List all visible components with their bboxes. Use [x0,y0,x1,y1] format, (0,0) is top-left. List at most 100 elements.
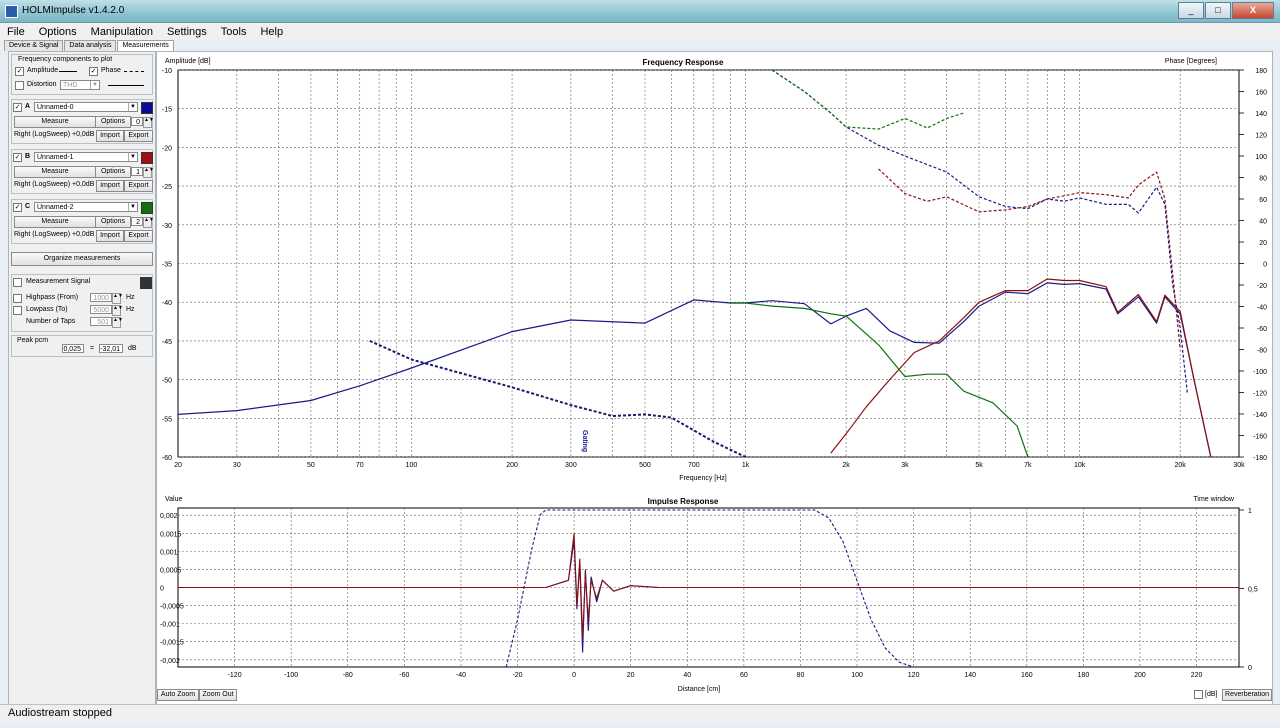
fr-ytick-label: -30 [162,223,172,230]
menu-help[interactable]: Help [253,26,290,38]
amplitude-label: Amplitude [27,67,59,74]
fr-y2tick-label: 140 [1255,111,1267,118]
measurement-c-index-stepper[interactable]: 2 [131,217,143,226]
measurement-c-letter: C [25,203,31,210]
fr-ytick-label: -40 [162,300,172,307]
taps-label: Number of Taps [26,318,76,325]
minimize-button[interactable]: _ [1178,2,1204,19]
distortion-checkbox[interactable] [15,81,24,90]
peak-group: Peak pcm 0,025 = -32,01 dB [11,335,153,357]
fr-y2tick-label: 160 [1255,90,1267,97]
measurement-c-import-button[interactable]: Import [96,230,124,242]
measurement-c-name-select[interactable]: Unnamed-2 ▼ [34,202,138,212]
fr-xtick-label: 30 [233,462,241,469]
fr-y2tick-label: -60 [1257,326,1267,333]
fr-xlabel: Frequency [Hz] [679,475,727,482]
ir-ylabel-right: Time window [1193,496,1235,503]
measurement-signal-checkbox[interactable] [13,278,22,287]
organize-measurements-button[interactable]: Organize measurements [11,252,153,266]
close-button[interactable]: X [1232,2,1274,19]
fr-ytick-label: -10 [162,68,172,75]
measurement-a-color-swatch[interactable] [141,102,153,114]
taps-spin-icon[interactable]: ▲▼ [112,317,123,328]
highpass-spin-icon[interactable]: ▲▼ [112,293,123,304]
fr-ylabel-right: Phase [Degrees] [1165,58,1217,65]
db-checkbox[interactable] [1194,690,1203,699]
measurement-c-spin-icon[interactable]: ▲▼ [143,217,154,228]
tab-device-signal[interactable]: Device & Signal [4,40,64,51]
highpass-checkbox[interactable] [13,294,22,303]
fr-y2tick-label: -120 [1253,391,1267,398]
tab-data-analysis[interactable]: Data analysis [64,40,117,51]
fr-y2tick-label: 120 [1255,133,1267,140]
ir-ytick-label: -0,001 [160,622,180,629]
fr-xtick-label: 30k [1233,462,1245,469]
menu-file[interactable]: File [0,26,32,38]
measurement-b-spin-icon[interactable]: ▲▼ [143,167,154,178]
measurement-c-checkbox[interactable]: ✓ [13,203,22,212]
measurement-b-checkbox[interactable]: ✓ [13,153,22,162]
ir-y2tick-label: 0 [1248,665,1252,672]
measurement-a-measure-button[interactable]: Measure [14,116,96,128]
auto-zoom-button[interactable]: Auto Zoom [157,689,199,701]
lowpass-input[interactable]: 5000 [90,305,112,314]
measurement-b-import-button[interactable]: Import [96,180,124,192]
measurement-b-options-button[interactable]: Options [95,166,131,178]
fr-xtick-label: 7k [1024,462,1032,469]
highpass-input[interactable]: 1000 [90,293,112,302]
measurement-b-group: ✓ B Unnamed-1 ▼ Measure Options 1 ▲▼ Righ… [11,149,154,194]
fr-y2tick-label: -140 [1253,412,1267,419]
tab-strip: Device & Signal Data analysis Measuremen… [4,40,175,51]
db-checkbox-label: [dB] [1205,691,1218,698]
measurement-signal-color-swatch[interactable] [140,277,152,289]
amplitude-checkbox[interactable]: ✓ [15,67,24,76]
measurement-a-import-button[interactable]: Import [96,130,124,142]
impulse-response-chart[interactable]: Value Impulse Response Time window Dista… [157,492,1272,704]
plot-area: Amplitude [dB] Frequency Response Phase … [156,51,1273,705]
measurement-c-options-button[interactable]: Options [95,216,131,228]
measurement-b-color-swatch[interactable] [141,152,153,164]
zoom-out-button[interactable]: Zoom Out [199,689,237,701]
lowpass-spin-icon[interactable]: ▲▼ [112,305,123,316]
menu-manipulation[interactable]: Manipulation [84,26,160,38]
frequency-response-chart[interactable]: Amplitude [dB] Frequency Response Phase … [157,52,1272,492]
measurement-b-name-select[interactable]: Unnamed-1 ▼ [34,152,138,162]
lowpass-unit: Hz [126,306,135,313]
fr-y2tick-label: 0 [1263,262,1267,269]
peak-db-unit: dB [128,345,137,352]
reverberation-button[interactable]: Reverberation [1222,689,1272,701]
measurement-b-measure-button[interactable]: Measure [14,166,96,178]
distortion-type-value: THD [63,82,78,89]
measurement-c-export-button[interactable]: Export [124,230,153,242]
measurement-a-checkbox[interactable]: ✓ [13,103,22,112]
tab-measurements[interactable]: Measurements [117,40,174,51]
menu-tools[interactable]: Tools [214,26,254,38]
highpass-unit: Hz [126,294,135,301]
ir-xtick-label: 120 [908,672,920,679]
maximize-button[interactable]: □ [1205,2,1231,19]
title-bar[interactable]: HOLMImpulse v1.4.2.0 _ □ X [0,0,1280,23]
ir-xtick-label: 140 [964,672,976,679]
ir-xtick-label: -100 [284,672,298,679]
measurement-b-index-stepper[interactable]: 1 [131,167,143,176]
menu-settings[interactable]: Settings [160,26,214,38]
measurement-c-measure-button[interactable]: Measure [14,216,96,228]
lowpass-checkbox[interactable] [13,306,22,315]
measurement-c-color-swatch[interactable] [141,202,153,214]
menu-options[interactable]: Options [32,26,84,38]
measurement-b-export-button[interactable]: Export [124,180,153,192]
phase-checkbox[interactable]: ✓ [89,67,98,76]
taps-input[interactable]: 501 [90,317,112,326]
measurement-a-export-button[interactable]: Export [124,130,153,142]
fr-y2tick-label: 60 [1259,197,1267,204]
distortion-type-select[interactable]: THD ▼ [60,80,100,90]
measurement-a-options-button[interactable]: Options [95,116,131,128]
fr-xtick-label: 20k [1175,462,1187,469]
measurement-a-spin-icon[interactable]: ▲▼ [143,117,154,128]
measurement-a-name-select[interactable]: Unnamed-0 ▼ [34,102,138,112]
fr-ytick-label: -50 [162,378,172,385]
measurement-a-index-stepper[interactable]: 0 [131,117,143,126]
ir-ytick-label: -0,002 [160,658,180,665]
frequency-components-label: Frequency components to plot [18,56,113,63]
fr-xtick-label: 200 [506,462,518,469]
